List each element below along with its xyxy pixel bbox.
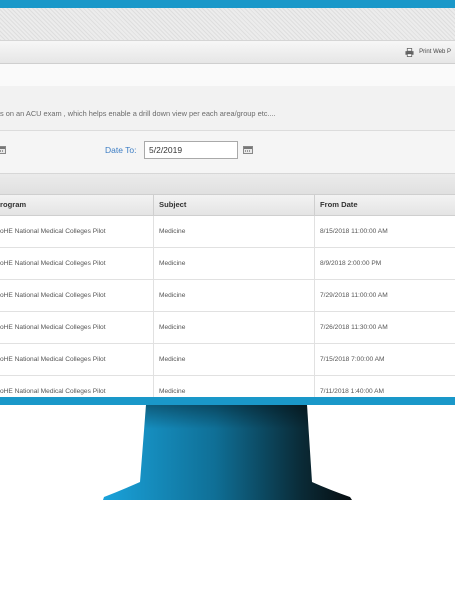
grid-toolbar: [0, 174, 455, 195]
table-row[interactable]: oHE National Medical Colleges Pilot Medi…: [0, 280, 455, 312]
date-filter-row: Date To:: [0, 131, 455, 174]
subject-cell: Medicine: [153, 248, 313, 279]
toolbar: Print Web P: [0, 40, 455, 64]
subject-cell: Medicine: [153, 312, 313, 343]
from-date-cell: 7/15/2018 7:00:00 AM: [314, 344, 455, 375]
subject-cell: Medicine: [153, 216, 313, 247]
table-row[interactable]: oHE National Medical Colleges Pilot Medi…: [0, 216, 455, 248]
table-row[interactable]: oHE National Medical Colleges Pilot Medi…: [0, 248, 455, 280]
header-band: [0, 8, 455, 40]
calendar-icon[interactable]: [243, 146, 253, 154]
spacer-band: [0, 64, 455, 87]
program-cell: oHE National Medical Colleges Pilot: [0, 228, 106, 235]
stand-neck: [103, 405, 352, 500]
program-cell: oHE National Medical Colleges Pilot: [0, 356, 106, 363]
table-row[interactable]: oHE National Medical Colleges Pilot Medi…: [0, 376, 455, 397]
date-to-input[interactable]: [144, 141, 238, 159]
print-web-page-label: Print Web P: [419, 49, 451, 55]
calendar-icon[interactable]: [0, 146, 6, 154]
from-date-cell: 7/11/2018 1:40:00 AM: [314, 376, 455, 397]
date-to-label: Date To:: [105, 145, 137, 155]
subject-cell: Medicine: [153, 376, 313, 397]
table-row[interactable]: oHE National Medical Colleges Pilot Medi…: [0, 312, 455, 344]
program-cell: oHE National Medical Colleges Pilot: [0, 260, 106, 267]
column-header-program[interactable]: rogram: [0, 195, 152, 215]
table-row[interactable]: oHE National Medical Colleges Pilot Medi…: [0, 344, 455, 376]
report-description: s on an ACU exam , which helps enable a …: [0, 109, 276, 118]
program-cell: oHE National Medical Colleges Pilot: [0, 388, 106, 395]
description-panel: s on an ACU exam , which helps enable a …: [0, 86, 455, 131]
subject-cell: Medicine: [153, 344, 313, 375]
column-header-from-date[interactable]: From Date: [314, 195, 455, 215]
printer-icon: [405, 47, 414, 57]
from-date-cell: 7/29/2018 11:00:00 AM: [314, 280, 455, 311]
exam-grid: rogram Subject From Date oHE National Me…: [0, 195, 455, 397]
program-cell: oHE National Medical Colleges Pilot: [0, 324, 106, 331]
subject-cell: Medicine: [153, 280, 313, 311]
grid-header: rogram Subject From Date: [0, 195, 455, 216]
from-date-cell: 8/9/2018 2:00:00 PM: [314, 248, 455, 279]
column-header-subject[interactable]: Subject: [153, 195, 313, 215]
monitor-bezel: Print Web P s on an ACU exam , which hel…: [0, 0, 455, 405]
app-screen: Print Web P s on an ACU exam , which hel…: [0, 8, 455, 397]
program-cell: oHE National Medical Colleges Pilot: [0, 292, 106, 299]
from-date-cell: 8/15/2018 11:00:00 AM: [314, 216, 455, 247]
from-date-cell: 7/26/2018 11:30:00 AM: [314, 312, 455, 343]
print-web-page-button[interactable]: Print Web P: [405, 45, 451, 59]
